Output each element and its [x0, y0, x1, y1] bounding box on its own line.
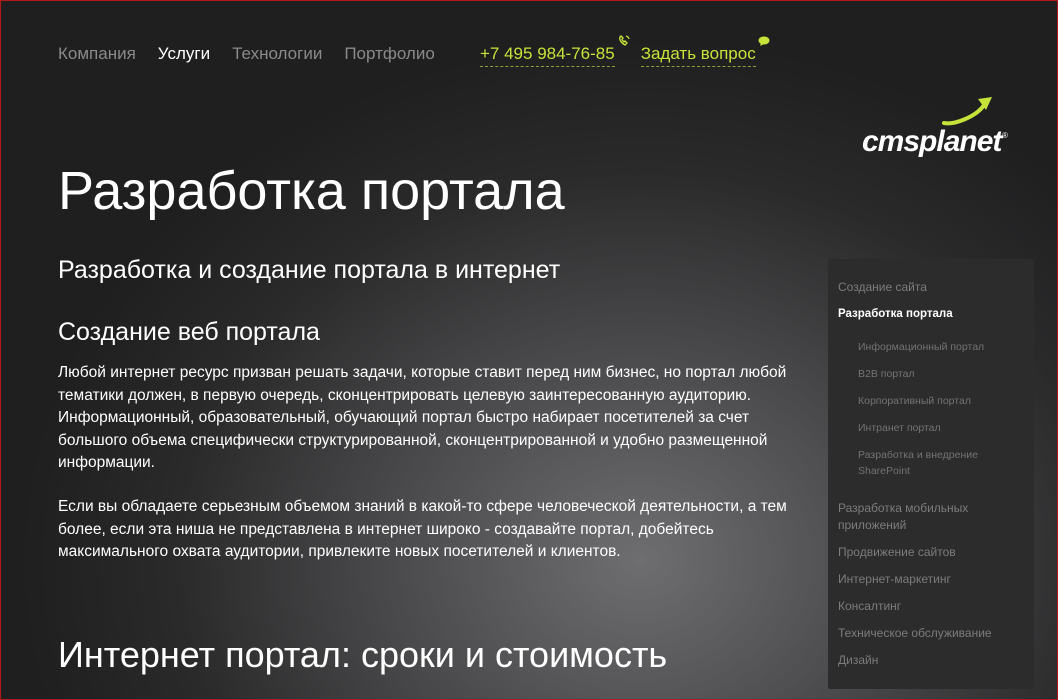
sidebar-item-seo[interactable]: Продвижение сайтов	[838, 544, 1024, 561]
nav-item-portfolio[interactable]: Портфолио	[344, 44, 434, 64]
page-subtitle: Разработка и создание портала в интернет	[58, 256, 561, 284]
logo-registered-mark: ®	[1002, 131, 1008, 140]
main-nav: Компания Услуги Технологии Портфолио	[58, 44, 457, 64]
sidebar-subitem-intranet-portal[interactable]: Интранет портал	[858, 420, 1024, 436]
paragraph-intro: Любой интернет ресурс призван решать зад…	[58, 364, 787, 471]
sidebar-item-internet-marketing[interactable]: Интернет-маркетинг	[838, 571, 1024, 588]
chat-bubble-icon	[758, 36, 770, 46]
sidebar-item-tech-support[interactable]: Техническое обслуживание	[838, 625, 1024, 642]
nav-item-company[interactable]: Компания	[58, 44, 136, 64]
services-sidebar: Создание сайта Разработка портала Информ…	[828, 259, 1034, 689]
sidebar-subitem-info-portal[interactable]: Информационный портал	[858, 339, 1024, 355]
sidebar-subitem-corporate-portal[interactable]: Корпоративный портал	[858, 393, 1024, 409]
sidebar-item-portal-development[interactable]: Разработка портала	[838, 306, 1024, 323]
logo-text: cmsplanet	[862, 125, 1002, 158]
sidebar-subitem-sharepoint[interactable]: Разработка и внедрение SharePoint	[858, 447, 1024, 479]
ask-question-link[interactable]: Задать вопрос	[640, 36, 770, 67]
logo-swoosh-icon	[942, 97, 992, 126]
phone-link[interactable]: +7 495 984-76-85	[480, 35, 630, 67]
sidebar-item-design[interactable]: Дизайн	[838, 652, 1024, 669]
page-title: Разработка портала	[58, 161, 565, 221]
paragraph-second: Если вы обладаете серьезным объемом знан…	[58, 498, 787, 560]
nav-item-technologies[interactable]: Технологии	[232, 44, 322, 64]
sidebar-item-site-creation[interactable]: Создание сайта	[838, 279, 1024, 296]
cmsplanet-logo[interactable]: cmsplanet ®	[862, 95, 1012, 160]
nav-item-services[interactable]: Услуги	[158, 44, 210, 64]
section-title-pricing: Интернет портал: сроки и стоимость	[58, 634, 668, 675]
sidebar-item-mobile-apps[interactable]: Разработка мобильных приложений	[838, 500, 1024, 534]
phone-icon	[618, 35, 630, 46]
sidebar-subitem-b2b-portal[interactable]: B2B портал	[858, 366, 1024, 382]
section-title: Создание веб портала	[58, 318, 320, 346]
ask-question-label: Задать вопрос	[640, 44, 756, 63]
contact-block: +7 495 984-76-85 Задать вопрос	[480, 35, 770, 67]
phone-number: +7 495 984-76-85	[480, 44, 615, 63]
sidebar-item-consulting[interactable]: Консалтинг	[838, 598, 1024, 615]
